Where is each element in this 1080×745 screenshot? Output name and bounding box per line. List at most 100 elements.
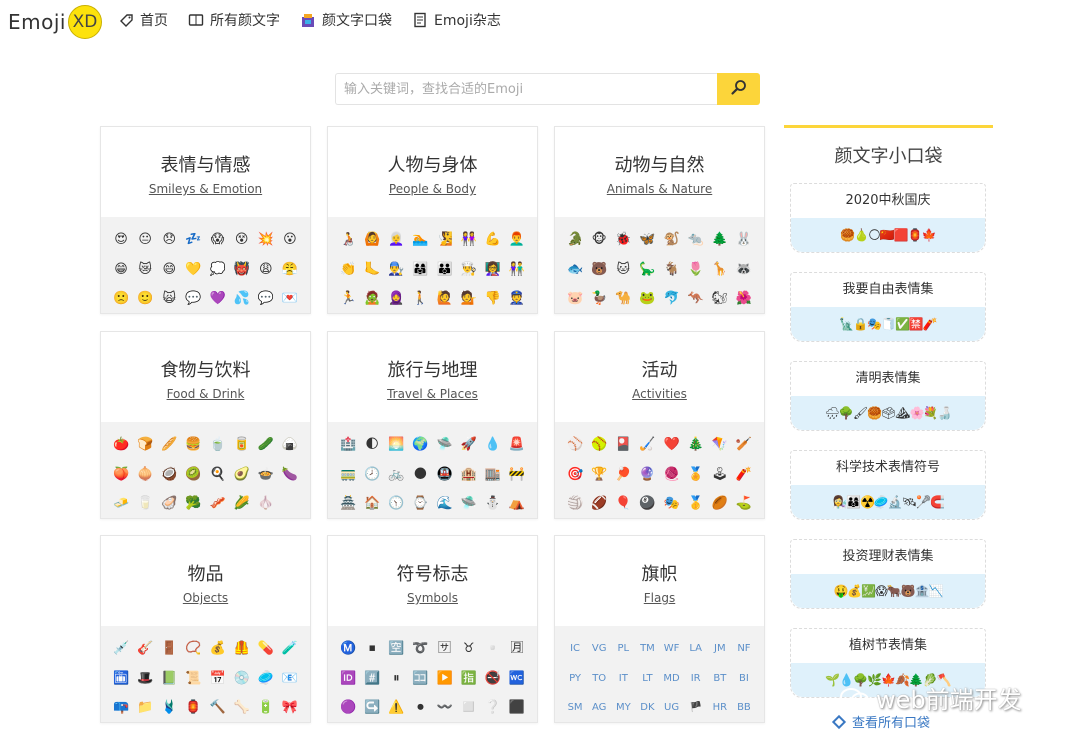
pack-card[interactable]: 科学技术表情符号 👩‍🔬👨‍👩‍👦☢️🥏🔬🛰🥍🧲	[790, 450, 986, 520]
emoji-glyph[interactable]: 👨‍🔧	[384, 260, 408, 284]
emoji-glyph[interactable]: 🙀	[157, 289, 181, 313]
emoji-glyph[interactable]: 🐒	[660, 230, 684, 254]
emoji-glyph[interactable]: 🧅	[133, 465, 157, 489]
emoji-glyph[interactable]: 🏈	[587, 494, 611, 518]
emoji-glyph[interactable]: 🐀	[684, 230, 708, 254]
emoji-glyph[interactable]: 🎈	[611, 494, 635, 518]
emoji-glyph[interactable]: 🥓	[206, 494, 230, 518]
emoji-glyph[interactable]: 🧄	[254, 494, 278, 518]
emoji-glyph[interactable]: 👩‍🏫	[481, 260, 505, 284]
emoji-glyph[interactable]: 🧪	[278, 639, 302, 663]
emoji-glyph[interactable]: 🎭	[660, 494, 684, 518]
emoji-glyph[interactable]: 🍞	[133, 435, 157, 459]
emoji-glyph[interactable]: ⛄	[481, 494, 505, 518]
emoji-glyph[interactable]: 🏬	[481, 465, 505, 489]
emoji-glyph[interactable]: 🏑	[635, 435, 659, 459]
emoji-glyph[interactable]: 🧕	[384, 289, 408, 313]
emoji-glyph[interactable]: 🪁	[708, 435, 732, 459]
emoji-glyph[interactable]: 🚇	[433, 465, 457, 489]
emoji-glyph[interactable]: ❤️	[660, 435, 684, 459]
emoji-glyph[interactable]: 🥖	[157, 435, 181, 459]
emoji-glyph[interactable]: 🥇	[684, 494, 708, 518]
emoji-glyph[interactable]: 🥛	[133, 494, 157, 518]
emoji-glyph[interactable]: 🚭	[481, 669, 505, 693]
emoji-glyph[interactable]: 🎀	[278, 698, 302, 722]
emoji-glyph[interactable]: 💧	[481, 435, 505, 459]
emoji-glyph[interactable]: 👨‍👩‍👧	[408, 260, 432, 284]
emoji-glyph[interactable]: 📅	[206, 669, 230, 693]
emoji-glyph[interactable]: 😮	[278, 230, 302, 254]
flag-code[interactable]: PY	[563, 669, 587, 693]
emoji-glyph[interactable]: ⌚	[408, 494, 432, 518]
emoji-glyph[interactable]: 🌷	[684, 260, 708, 284]
flag-code[interactable]: LT	[635, 669, 659, 693]
flag-code[interactable]: TM	[635, 639, 659, 663]
category-subtitle-link[interactable]: Objects	[183, 591, 228, 605]
emoji-glyph[interactable]: 🚃	[336, 465, 360, 489]
emoji-glyph[interactable]: 💊	[254, 639, 278, 663]
emoji-glyph[interactable]: 🦆	[587, 289, 611, 313]
flag-code[interactable]: JM	[708, 639, 732, 663]
emoji-glyph[interactable]: ♉	[457, 639, 481, 663]
emoji-glyph[interactable]: 🥦	[181, 494, 205, 518]
emoji-glyph[interactable]: 🐷	[563, 289, 587, 313]
pack-card[interactable]: 我要自由表情集 🗽🔒🎭🧻✅🈲🧨	[790, 272, 986, 342]
emoji-glyph[interactable]: 🔋	[254, 698, 278, 722]
emoji-glyph[interactable]: 🐪	[611, 289, 635, 313]
emoji-glyph[interactable]: 💪	[481, 230, 505, 254]
emoji-glyph[interactable]: 🐿	[708, 289, 732, 313]
emoji-glyph[interactable]: 📿	[181, 639, 205, 663]
emoji-glyph[interactable]: 🥫	[230, 435, 254, 459]
category-card[interactable]: 表情与情感 Smileys & Emotion 😍 😐 😞 💤 😱 😵 💥 😮 😁 😿 😄 💛 💭 👹 😩 😤 🙁 🙂…	[100, 126, 311, 314]
emoji-glyph[interactable]: 🌲	[708, 230, 732, 254]
emoji-glyph[interactable]: ⛺	[505, 494, 529, 518]
emoji-glyph[interactable]: 🎸	[133, 639, 157, 663]
flag-code[interactable]: UG	[660, 698, 684, 722]
emoji-glyph[interactable]: 👨‍🍳	[457, 260, 481, 284]
emoji-glyph[interactable]: 🏅	[684, 465, 708, 489]
emoji-glyph[interactable]: 💥	[254, 230, 278, 254]
pack-card[interactable]: 投资理财表情集 🤑💰💹😱🐂🐻🏦📉	[790, 539, 986, 609]
category-card[interactable]: 动物与自然 Animals & Nature 🐊 🐵 🐞 🦋 🐒 🐀 🌲 🐰 🐟 🐻 🐱 🦕 🐐 🌷 🦒 🦝 🐷 🦆 🐪…	[554, 126, 765, 314]
flag-code[interactable]: BT	[708, 669, 732, 693]
emoji-glyph[interactable]: 🌊	[433, 494, 457, 518]
flag-code[interactable]: AG	[587, 698, 611, 722]
emoji-glyph[interactable]: Ⓜ️	[336, 639, 360, 663]
emoji-glyph[interactable]: 📧	[278, 669, 302, 693]
emoji-glyph[interactable]: 🐞	[611, 230, 635, 254]
category-card[interactable]: 旗帜 Flags IC VG PL TM WF LA JM NF PY TO IT LT MD IR BT BI S…	[554, 535, 765, 723]
flag-code[interactable]: TO	[587, 669, 611, 693]
emoji-glyph[interactable]: 🔨	[206, 698, 230, 722]
emoji-glyph[interactable]: 🚀	[457, 435, 481, 459]
emoji-glyph[interactable]: 🐵	[587, 230, 611, 254]
category-card[interactable]: 符号标志 Symbols Ⓜ️ ⏹ 🈳 ➰ 🈂 ♉ ▫️ 🈷 🆔 #️⃣ ⏸ 🈁 ▶️ 🈯 🚭 🚾 🟣 ↪️ ⚠️ ⏺ 〰️…	[327, 535, 538, 723]
emoji-glyph[interactable]: 💌	[278, 289, 302, 313]
flag-code[interactable]: LA	[684, 639, 708, 663]
emoji-glyph[interactable]: ⬛	[505, 698, 529, 722]
emoji-glyph[interactable]: 👭	[457, 230, 481, 254]
emoji-glyph[interactable]: 🙋	[433, 289, 457, 313]
emoji-glyph[interactable]: 😵	[230, 230, 254, 254]
category-card[interactable]: 食物与饮料 Food & Drink 🍅 🍞 🥖 🍔 🍵 🥫 🥒 🍙 🍑 🧅 🥥 🥝 🍳 🥑 🍲 🍆 🧈 🥛 🦪 🥦 🥓 🌽 🧄	[100, 331, 311, 519]
emoji-glyph[interactable]: 🍆	[278, 465, 302, 489]
emoji-glyph[interactable]: 👮	[505, 289, 529, 313]
emoji-glyph[interactable]: 🦴	[230, 698, 254, 722]
emoji-glyph[interactable]: 🈂	[433, 639, 457, 663]
emoji-glyph[interactable]: ▶️	[433, 669, 457, 693]
emoji-glyph[interactable]: ◻️	[457, 698, 481, 722]
emoji-glyph[interactable]: 😁	[109, 260, 133, 284]
emoji-glyph[interactable]: 🏠	[360, 494, 384, 518]
emoji-glyph[interactable]: 😐	[133, 230, 157, 254]
emoji-glyph[interactable]: 🏯	[336, 494, 360, 518]
emoji-glyph[interactable]: 💤	[181, 230, 205, 254]
emoji-glyph[interactable]: 🥑	[230, 465, 254, 489]
emoji-glyph[interactable]: 🐸	[635, 289, 659, 313]
flag-code[interactable]: MY	[611, 698, 635, 722]
emoji-glyph[interactable]: 🎩	[133, 669, 157, 693]
emoji-glyph[interactable]: 🍵	[206, 435, 230, 459]
emoji-glyph[interactable]: 🐊	[563, 230, 587, 254]
nav-emoji-magazine[interactable]: Emoji杂志	[412, 10, 501, 30]
emoji-glyph[interactable]: 🎴	[611, 435, 635, 459]
emoji-glyph[interactable]: ⛳	[732, 494, 756, 518]
emoji-glyph[interactable]: 🩱	[157, 698, 181, 722]
